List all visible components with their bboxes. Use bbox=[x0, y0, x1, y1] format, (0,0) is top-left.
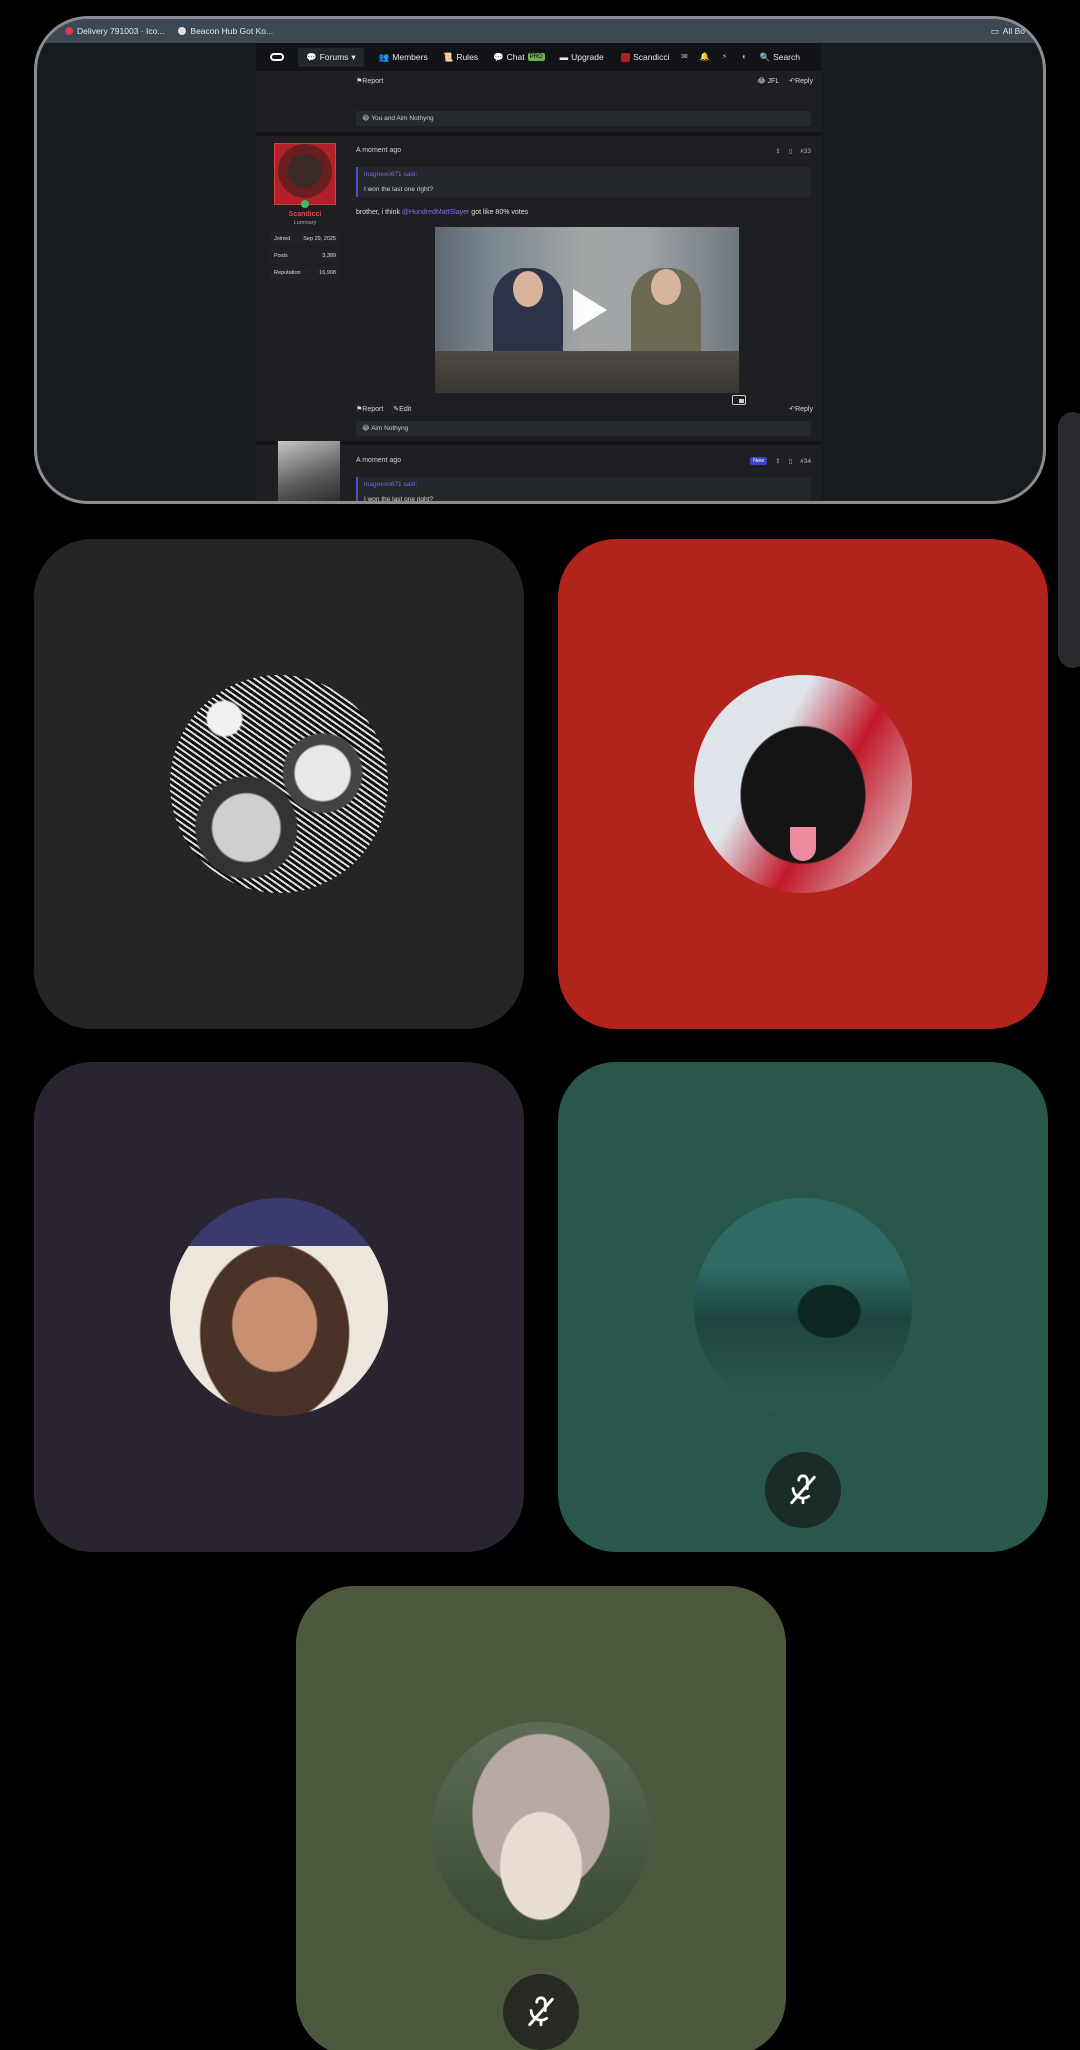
bookmark-item[interactable]: Beacon Hub Got Ko... bbox=[178, 26, 273, 36]
users-icon: 👥 bbox=[378, 51, 390, 62]
post-header-actions: ⇪ ▯ #33 bbox=[775, 147, 811, 156]
avatar bbox=[694, 675, 912, 893]
post-body: brother, i think @HundredMattSlayer got … bbox=[356, 209, 529, 216]
nav-upgrade[interactable]: ▬ Upgrade bbox=[560, 52, 604, 62]
bookmark-item[interactable]: Delivery 791003 · Ico... bbox=[65, 26, 164, 36]
bookmark-icon[interactable]: ▯ bbox=[789, 457, 793, 465]
video-table bbox=[435, 351, 739, 393]
reactions-bar[interactable]: 😂 You and Aim Nothyng bbox=[356, 111, 811, 126]
share-icon[interactable]: ⇪ bbox=[775, 457, 780, 465]
prev-post-actions-right: 😂 JFL ↶Reply bbox=[757, 77, 813, 85]
emoji-icon: 😂 bbox=[362, 425, 370, 432]
reply-button[interactable]: ↶Reply bbox=[789, 77, 813, 85]
post-actions: ⚑Report ✎Edit bbox=[356, 405, 411, 413]
quote-author[interactable]: magnevo671 said: bbox=[364, 481, 805, 488]
user-mention[interactable]: @HundredMattSlayer bbox=[402, 209, 469, 216]
avatar bbox=[170, 1198, 388, 1416]
folder-icon: ▭ bbox=[990, 25, 999, 36]
bell-icon[interactable]: 🔔 bbox=[699, 52, 709, 62]
chat-icon: 💬 bbox=[493, 51, 504, 62]
quote-text: I won the last one right? bbox=[364, 496, 434, 503]
avatar-detail bbox=[790, 827, 816, 861]
scroll-icon: 📜 bbox=[442, 51, 454, 62]
participant-tile[interactable] bbox=[34, 1062, 524, 1552]
emoji-icon: 😂 bbox=[757, 78, 766, 85]
all-bookmarks[interactable]: ▭ All Bo bbox=[991, 26, 1025, 37]
author-rank: Luminary bbox=[293, 220, 317, 226]
nav-user[interactable]: Scandicci bbox=[621, 52, 669, 62]
avatar bbox=[170, 675, 388, 893]
share-icon[interactable]: ⇪ bbox=[775, 147, 780, 155]
search-icon: 🔍 bbox=[759, 51, 771, 62]
screen-share-tile[interactable]: Delivery 791003 · Ico... Beacon Hub Got … bbox=[34, 16, 1046, 504]
mail-icon[interactable]: ✉ bbox=[679, 52, 689, 62]
forum-nav: 💬 Forums ▾ 👥 Members 📜 Rules 💬 Chat PRO ▬ Upgra… bbox=[256, 43, 821, 71]
nav-search[interactable]: 🔍 Search bbox=[759, 52, 800, 63]
post-header-actions: New ⇪ ▯ #34 bbox=[750, 457, 811, 465]
bookmarks-bar: Delivery 791003 · Ico... Beacon Hub Got … bbox=[37, 19, 1043, 43]
mic-off-icon bbox=[503, 1974, 579, 2050]
stat-joined: Joined Sep 29, 2025 bbox=[270, 232, 340, 246]
participant-tile[interactable] bbox=[34, 539, 524, 1029]
bookmark-favicon-icon bbox=[178, 27, 187, 35]
report-button[interactable]: ⚑Report bbox=[356, 77, 383, 85]
new-badge: New bbox=[750, 457, 768, 465]
participant-tile[interactable] bbox=[558, 539, 1048, 1029]
avatar[interactable] bbox=[274, 143, 336, 208]
edit-button[interactable]: ✎Edit bbox=[393, 405, 411, 413]
reactions-bar[interactable]: 😂 Aim Nothyng bbox=[356, 421, 811, 436]
nav-rules[interactable]: 📜 Rules bbox=[443, 52, 478, 63]
chevron-down-icon: ▾ bbox=[351, 51, 356, 62]
post-author-block: Scandicci Luminary Joined Sep 29, 2025 Po… bbox=[270, 143, 340, 280]
picture-in-picture-icon[interactable] bbox=[732, 395, 746, 405]
post-time[interactable]: A moment ago bbox=[356, 147, 401, 154]
post-time[interactable]: A moment ago bbox=[356, 457, 401, 464]
quote-block: magnevo671 said: I won the last one righ… bbox=[356, 477, 811, 503]
theme-toggle-icon[interactable]: ◐ bbox=[739, 52, 749, 62]
video-figure-head bbox=[651, 269, 681, 305]
stat-reputation: Reputation 16,908 bbox=[270, 266, 340, 280]
mic-off-icon bbox=[765, 1452, 841, 1528]
nav-forums[interactable]: 💬 Forums ▾ bbox=[298, 47, 364, 67]
post-separator bbox=[256, 441, 821, 445]
play-icon[interactable] bbox=[573, 289, 607, 331]
report-button[interactable]: ⚑Report bbox=[356, 405, 383, 413]
bookmark-icon[interactable]: ▯ bbox=[789, 147, 793, 155]
post-actions-right: ↶Reply bbox=[789, 405, 813, 413]
forum-page: 💬 Forums ▾ 👥 Members 📜 Rules 💬 Chat PRO ▬ Upgra… bbox=[256, 43, 821, 503]
author-name[interactable]: Scandicci bbox=[270, 211, 340, 218]
post-number[interactable]: #33 bbox=[800, 148, 811, 155]
avatar[interactable] bbox=[278, 441, 340, 501]
stat-posts: Posts 3,389 bbox=[270, 249, 340, 263]
site-logo[interactable] bbox=[270, 53, 284, 61]
pro-badge: PRO bbox=[527, 53, 545, 61]
side-panel-handle[interactable] bbox=[1058, 412, 1080, 668]
quote-text: I won the last one right? bbox=[364, 186, 434, 193]
quote-block: magnevo671 said: I won the last one righ… bbox=[356, 167, 811, 197]
card-icon: ▬ bbox=[559, 52, 569, 62]
avatar bbox=[694, 1198, 912, 1416]
avatar bbox=[621, 52, 631, 62]
emoji-icon: 😂 bbox=[362, 115, 370, 122]
bolt-icon[interactable]: ⚡ bbox=[719, 52, 729, 62]
prev-post-actions: ⚑Report bbox=[356, 77, 383, 85]
quote-author[interactable]: magnevo671 said: bbox=[364, 171, 805, 178]
post-number[interactable]: #34 bbox=[800, 458, 811, 465]
participant-tile[interactable] bbox=[296, 1586, 786, 2050]
nav-chat[interactable]: 💬 Chat PRO bbox=[493, 52, 545, 63]
post-separator bbox=[256, 132, 821, 136]
reply-button[interactable]: ↶Reply bbox=[789, 405, 813, 413]
nav-right: Scandicci ✉ 🔔 ⚡ ◐ 🔍 Search bbox=[621, 43, 815, 71]
avatar bbox=[432, 1722, 650, 1940]
reaction-jfl[interactable]: 😂 JFL bbox=[757, 77, 779, 85]
bookmark-favicon-icon bbox=[65, 27, 73, 35]
video-figure-head bbox=[513, 271, 543, 307]
nav-members[interactable]: 👥 Members bbox=[379, 52, 428, 63]
embedded-video[interactable] bbox=[435, 227, 739, 393]
participant-tile[interactable] bbox=[558, 1062, 1048, 1552]
chat-bubble-icon: 💬 bbox=[306, 51, 317, 62]
